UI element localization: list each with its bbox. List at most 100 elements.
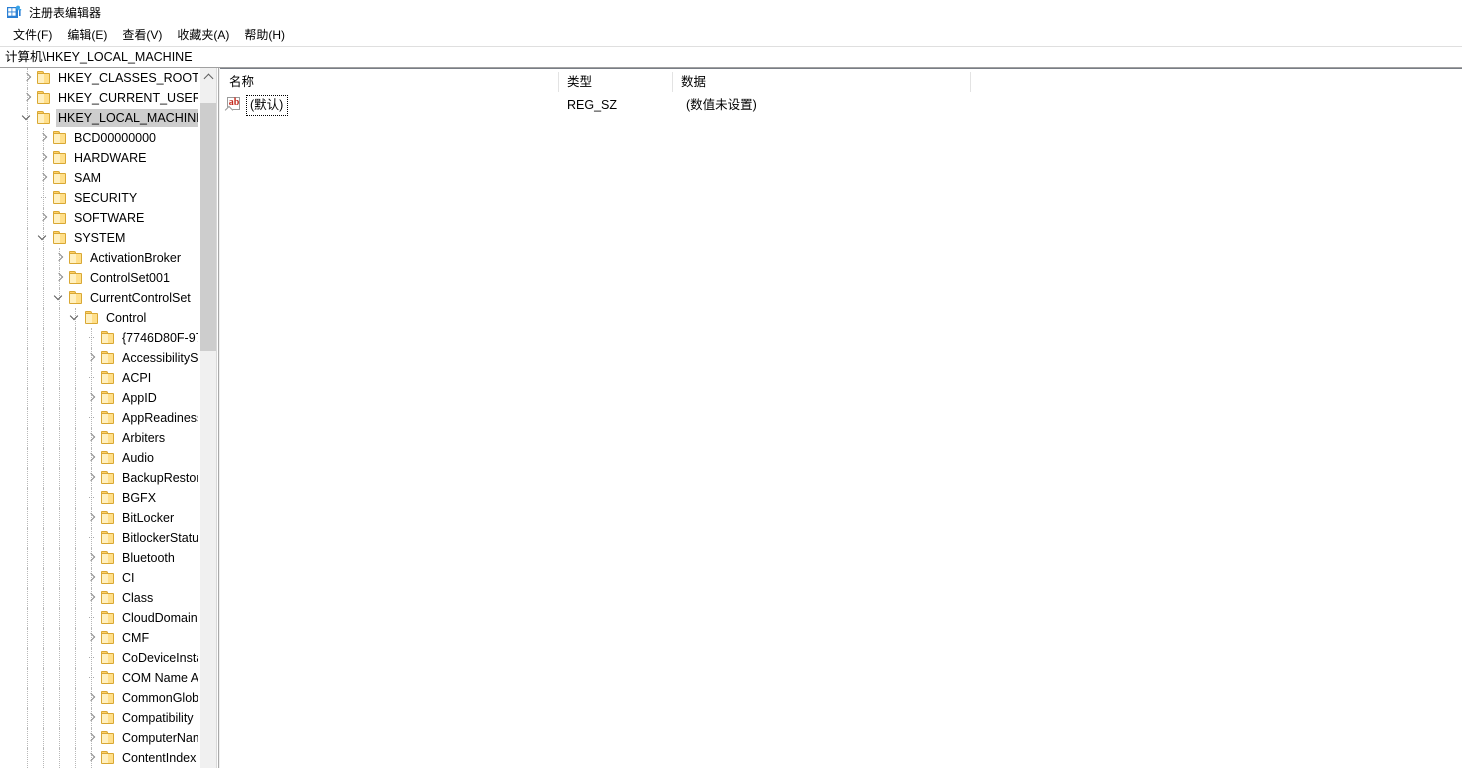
pane-divider[interactable] (218, 68, 219, 768)
tree-item-bcd00000000[interactable]: BCD00000000 (0, 128, 198, 148)
scrollbar-thumb[interactable] (200, 103, 217, 351)
chevron-right-icon[interactable] (84, 508, 100, 528)
tree-item-currentcontrolset[interactable]: CurrentControlSet (0, 288, 198, 308)
chevron-right-icon[interactable] (84, 628, 100, 648)
chevron-right-icon[interactable] (84, 468, 100, 488)
tree-item-label: SOFTWARE (74, 210, 145, 225)
chevron-right-icon[interactable] (84, 728, 100, 748)
tree-item-label: BitlockerStatus (122, 530, 198, 545)
menu-view[interactable]: 查看(V) (116, 27, 168, 45)
chevron-right-icon[interactable] (84, 348, 100, 368)
tree-guide-line (27, 668, 28, 688)
chevron-down-icon[interactable] (36, 228, 52, 248)
tree-item-contentindex[interactable]: ContentIndex (0, 748, 198, 768)
tree-item-audio[interactable]: Audio (0, 448, 198, 468)
menu-file[interactable]: 文件(F) (7, 27, 58, 45)
chevron-right-icon[interactable] (20, 68, 36, 88)
chevron-right-icon[interactable] (52, 248, 68, 268)
tree-item-7746d80f-97e0-4e26-9543-26b41fc22f79[interactable]: {7746D80F-97E0-4E26-9543-26B41FC22F79} (0, 328, 198, 348)
tree-item-bitlocker[interactable]: BitLocker (0, 508, 198, 528)
tree-item-backuprestore[interactable]: BackupRestore (0, 468, 198, 488)
chevron-right-icon[interactable] (84, 708, 100, 728)
tree-item-label: Control (106, 310, 147, 325)
tree-item-controlset001[interactable]: ControlSet001 (0, 268, 198, 288)
chevron-right-icon[interactable] (84, 688, 100, 708)
column-divider[interactable] (672, 72, 673, 92)
tree-item-codeviceinstallers[interactable]: CoDeviceInstallers (0, 648, 198, 668)
tree-item-security[interactable]: SECURITY (0, 188, 198, 208)
tree-item-ci[interactable]: CI (0, 568, 198, 588)
column-type[interactable]: 类型 (558, 69, 672, 94)
tree-item-bluetooth[interactable]: Bluetooth (0, 548, 198, 568)
list-header: 名称 类型 数据 (220, 68, 1462, 94)
chevron-right-icon[interactable] (52, 268, 68, 288)
tree-item-label: ComputerName (122, 730, 198, 745)
tree-item-sam[interactable]: SAM (0, 168, 198, 188)
tree-item-appreadiness[interactable]: AppReadiness (0, 408, 198, 428)
tree-item-activationbroker[interactable]: ActivationBroker (0, 248, 198, 268)
tree-item-clouddomainjoin[interactable]: CloudDomainJoin (0, 608, 198, 628)
folder-icon (100, 411, 116, 425)
chevron-right-icon[interactable] (84, 588, 100, 608)
column-data[interactable]: 数据 (672, 69, 970, 94)
chevron-right-icon[interactable] (84, 548, 100, 568)
values-list-pane: 名称 类型 数据 ab (默认) REG_SZ (数值未设置) (220, 68, 1462, 768)
chevron-right-icon[interactable] (84, 448, 100, 468)
tree-item-com-name-arbiter[interactable]: COM Name Arbiter (0, 668, 198, 688)
tree-item-class[interactable]: Class (0, 588, 198, 608)
column-name-label: 名称 (229, 74, 255, 89)
tree-item-hkey-local-machine[interactable]: HKEY_LOCAL_MACHINE (0, 108, 198, 128)
chevron-right-icon[interactable] (84, 388, 100, 408)
tree-item-system[interactable]: SYSTEM (0, 228, 198, 248)
scroll-up-button[interactable] (200, 68, 217, 85)
chevron-right-icon[interactable] (20, 88, 36, 108)
folder-icon (100, 531, 116, 545)
tree-item-computername[interactable]: ComputerName (0, 728, 198, 748)
column-divider[interactable] (558, 72, 559, 92)
chevron-right-icon[interactable] (84, 748, 100, 768)
tree-item-label: ACPI (122, 370, 152, 385)
tree-guide-line (43, 708, 44, 728)
menu-help[interactable]: 帮助(H) (238, 27, 291, 45)
tree-item-bgfx[interactable]: BGFX (0, 488, 198, 508)
tree-item-label: AppReadiness (122, 410, 198, 425)
tree-item-hkey-current-user[interactable]: HKEY_CURRENT_USER (0, 88, 198, 108)
tree-item-appid[interactable]: AppID (0, 388, 198, 408)
chevron-right-icon[interactable] (84, 568, 100, 588)
tree-item-arbiters[interactable]: Arbiters (0, 428, 198, 448)
tree-item-accessibilitysettings[interactable]: AccessibilitySettings (0, 348, 198, 368)
menu-edit[interactable]: 编辑(E) (61, 27, 113, 45)
chevron-right-icon[interactable] (36, 168, 52, 188)
chevron-right-icon[interactable] (36, 128, 52, 148)
tree-guide-line (27, 308, 28, 328)
tree-item-control[interactable]: Control (0, 308, 198, 328)
folder-icon (52, 211, 68, 225)
menu-favorites[interactable]: 收藏夹(A) (171, 27, 235, 45)
value-row[interactable]: ab (默认) REG_SZ (数值未设置) (220, 94, 1462, 116)
chevron-down-icon[interactable] (20, 108, 36, 128)
chevron-down-icon[interactable] (52, 288, 68, 308)
chevron-right-icon[interactable] (84, 428, 100, 448)
chevron-down-icon[interactable] (68, 308, 84, 328)
folder-icon (100, 451, 116, 465)
tree-item-compatibility[interactable]: Compatibility (0, 708, 198, 728)
column-name[interactable]: 名称 (220, 69, 558, 94)
tree-item-commonglobusersettings[interactable]: CommonGlobUserSettings (0, 688, 198, 708)
tree-item-hardware[interactable]: HARDWARE (0, 148, 198, 168)
tree-item-label-box: SYSTEM (72, 229, 129, 247)
tree-item-cmf[interactable]: CMF (0, 628, 198, 648)
chevron-right-icon[interactable] (36, 148, 52, 168)
tree-item-label: CurrentControlSet (90, 290, 191, 305)
tree-item-hkey-classes-root[interactable]: HKEY_CLASSES_ROOT (0, 68, 198, 88)
tree-item-acpi[interactable]: ACPI (0, 368, 198, 388)
tree-item-software[interactable]: SOFTWARE (0, 208, 198, 228)
tree-vertical-scrollbar[interactable] (199, 68, 217, 768)
column-divider[interactable] (970, 72, 971, 92)
tree-item-label-box: BackupRestore (120, 469, 198, 487)
tree-item-label-box: BCD00000000 (72, 129, 160, 147)
tree-line-icon (84, 668, 100, 688)
tree-item-label: AccessibilitySettings (122, 350, 198, 365)
chevron-right-icon[interactable] (36, 208, 52, 228)
address-bar[interactable]: 计算机\HKEY_LOCAL_MACHINE (0, 46, 1462, 68)
tree-item-bitlockerstatus[interactable]: BitlockerStatus (0, 528, 198, 548)
